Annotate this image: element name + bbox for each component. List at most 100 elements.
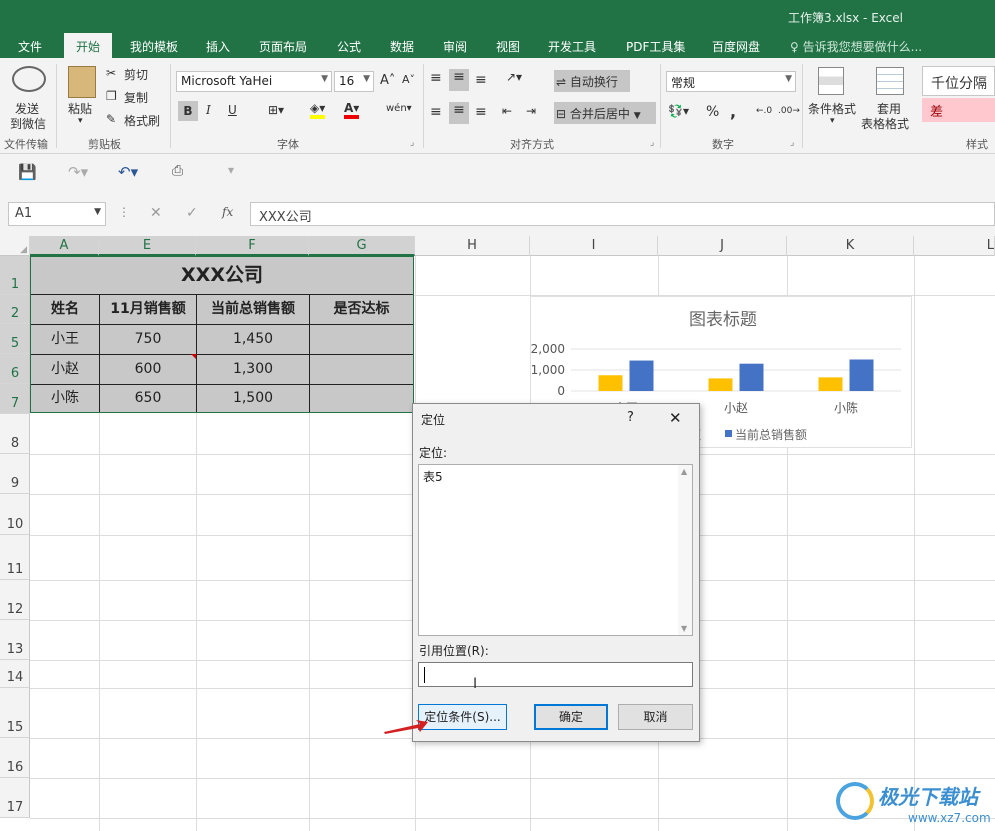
select-all-corner[interactable]: ◢ bbox=[0, 236, 30, 256]
cancel-entry-icon[interactable]: ✕ bbox=[150, 205, 162, 221]
dialog-launcher-icon[interactable]: ⌟ bbox=[790, 138, 794, 148]
column-header[interactable]: A bbox=[30, 236, 99, 256]
column-header[interactable]: I bbox=[530, 236, 658, 256]
table-format-line2[interactable]: 表格格式 bbox=[861, 115, 909, 132]
chart-bar[interactable] bbox=[598, 375, 623, 391]
column-header[interactable]: J bbox=[658, 236, 787, 256]
column-header[interactable]: G bbox=[309, 236, 415, 256]
format-painter-button[interactable]: 格式刷 bbox=[124, 112, 160, 129]
tab-formulas[interactable]: 公式 bbox=[337, 38, 361, 55]
italic-button[interactable]: I bbox=[206, 103, 211, 117]
table-cell[interactable]: 小王 bbox=[31, 325, 100, 355]
align-top-icon[interactable]: ≡ bbox=[430, 70, 442, 86]
conditional-format-button[interactable]: 条件格式 bbox=[808, 100, 856, 117]
chart-bar[interactable] bbox=[739, 363, 764, 391]
merge-center-button[interactable]: ⊟ 合并后居中 ▼ bbox=[554, 102, 656, 124]
increase-decimal-icon[interactable]: ←.0 bbox=[756, 106, 772, 116]
header-cell[interactable]: 当前总销售额 bbox=[197, 295, 310, 325]
table-cell[interactable] bbox=[310, 325, 413, 355]
insert-function-button[interactable]: fx bbox=[222, 205, 233, 219]
header-cell[interactable]: 11月销售额 bbox=[100, 295, 197, 325]
selected-table[interactable]: XXX公司 姓名 11月销售额 当前总销售额 是否达标 小王 750 1,450… bbox=[30, 256, 414, 413]
paste-dropdown-icon[interactable]: ▾ bbox=[78, 116, 83, 126]
copy-button[interactable]: 复制 bbox=[124, 89, 148, 106]
style-thousands[interactable]: 千位分隔 bbox=[922, 66, 995, 96]
customize-qat-icon[interactable]: ▾ bbox=[228, 163, 234, 177]
row-header[interactable]: 14 bbox=[0, 660, 30, 688]
chart-bar[interactable] bbox=[629, 360, 654, 391]
list-item[interactable]: 表5 bbox=[423, 468, 443, 485]
cut-button[interactable]: 剪切 bbox=[124, 66, 148, 83]
increase-indent-icon[interactable]: ⇥ bbox=[526, 104, 536, 118]
percent-button[interactable]: % bbox=[706, 104, 719, 120]
row-header[interactable]: 12 bbox=[0, 580, 30, 620]
table-cell[interactable]: 600 bbox=[100, 355, 197, 385]
goto-special-button[interactable]: 定位条件(S)... bbox=[418, 704, 507, 730]
row-header[interactable]: 17 bbox=[0, 778, 30, 818]
header-cell[interactable]: 是否达标 bbox=[310, 295, 413, 325]
chart-title[interactable]: 图表标题 bbox=[689, 310, 757, 330]
tab-baidu-netdisk[interactable]: 百度网盘 bbox=[712, 38, 760, 55]
wrap-text-button[interactable]: ⇌ 自动换行 bbox=[554, 70, 630, 92]
ok-button[interactable]: 确定 bbox=[534, 704, 608, 730]
row-header[interactable]: 5 bbox=[0, 324, 30, 354]
chart-bar[interactable] bbox=[708, 378, 733, 391]
table-cell[interactable]: 650 bbox=[100, 385, 197, 412]
row-header[interactable]: 6 bbox=[0, 354, 30, 384]
scrollbar[interactable]: ▲ ▼ bbox=[678, 465, 692, 635]
fill-color-icon[interactable]: ◈▾ bbox=[310, 101, 326, 119]
tab-my-templates[interactable]: 我的模板 bbox=[130, 38, 178, 55]
row-header[interactable]: 11 bbox=[0, 535, 30, 580]
orientation-icon[interactable]: ↗▾ bbox=[506, 70, 522, 84]
confirm-entry-icon[interactable]: ✓ bbox=[186, 205, 198, 221]
legend-entry-2[interactable]: 当前总销售额 bbox=[735, 427, 807, 442]
grow-font-icon[interactable]: A˄ bbox=[380, 73, 395, 88]
decrease-indent-icon[interactable]: ⇤ bbox=[502, 104, 512, 118]
send-wechat-line2[interactable]: 到微信 bbox=[10, 115, 46, 132]
redo-icon[interactable]: ↷▾ bbox=[68, 163, 88, 181]
scroll-up-icon[interactable]: ▲ bbox=[681, 467, 687, 476]
scroll-down-icon[interactable]: ▼ bbox=[681, 624, 687, 633]
underline-button[interactable]: U bbox=[228, 103, 237, 117]
number-format-select[interactable]: 常规 ▼ bbox=[666, 71, 796, 92]
table-cell[interactable]: 750 bbox=[100, 325, 197, 355]
font-size-select[interactable]: 16 ▼ bbox=[334, 71, 374, 92]
column-header[interactable]: H bbox=[415, 236, 530, 256]
table-cell[interactable]: 小赵 bbox=[31, 355, 100, 385]
align-middle-icon[interactable]: ≡ bbox=[449, 69, 469, 91]
align-center-icon[interactable]: ≡ bbox=[449, 102, 469, 124]
dialog-launcher-icon[interactable]: ⌟ bbox=[650, 138, 654, 148]
undo-icon[interactable]: ↶▾ bbox=[118, 163, 138, 181]
save-icon[interactable]: 💾 bbox=[18, 163, 37, 181]
style-bad[interactable]: 差 bbox=[922, 98, 995, 122]
row-header[interactable]: 15 bbox=[0, 688, 30, 738]
formula-input[interactable]: XXX公司 bbox=[250, 202, 995, 226]
table-cell[interactable] bbox=[310, 385, 413, 412]
table-title[interactable]: XXX公司 bbox=[31, 257, 413, 295]
paste-button[interactable]: 粘贴 bbox=[68, 100, 92, 117]
row-header[interactable]: 1 bbox=[0, 256, 30, 295]
tab-review[interactable]: 审阅 bbox=[443, 38, 467, 55]
table-cell[interactable] bbox=[310, 355, 413, 385]
close-icon[interactable]: ✕ bbox=[669, 409, 682, 427]
row-header[interactable]: 7 bbox=[0, 384, 30, 414]
phonetic-icon[interactable]: wén▾ bbox=[386, 103, 412, 114]
tab-file[interactable]: 文件 bbox=[18, 38, 42, 55]
chart-bar[interactable] bbox=[849, 359, 874, 392]
row-header[interactable]: 2 bbox=[0, 295, 30, 324]
header-cell[interactable]: 姓名 bbox=[31, 295, 100, 325]
row-header[interactable]: 9 bbox=[0, 454, 30, 494]
font-color-icon[interactable]: A▾ bbox=[344, 101, 360, 119]
currency-icon[interactable]: 💱▾ bbox=[668, 104, 689, 118]
shrink-font-icon[interactable]: A˅ bbox=[402, 73, 415, 86]
reference-input[interactable] bbox=[418, 662, 693, 687]
column-header[interactable]: F bbox=[196, 236, 309, 256]
border-icon[interactable]: ⊞▾ bbox=[268, 103, 284, 117]
help-button[interactable]: ? bbox=[627, 410, 634, 425]
chevron-down-icon[interactable]: ▾ bbox=[830, 116, 835, 126]
table-cell[interactable]: 1,450 bbox=[197, 325, 310, 355]
dialog-launcher-icon[interactable]: ⌟ bbox=[410, 138, 414, 148]
column-header[interactable]: E bbox=[99, 236, 196, 256]
tell-me-search[interactable]: ♀ 告诉我您想要做什么... bbox=[790, 38, 922, 55]
tab-page-layout[interactable]: 页面布局 bbox=[259, 38, 307, 55]
